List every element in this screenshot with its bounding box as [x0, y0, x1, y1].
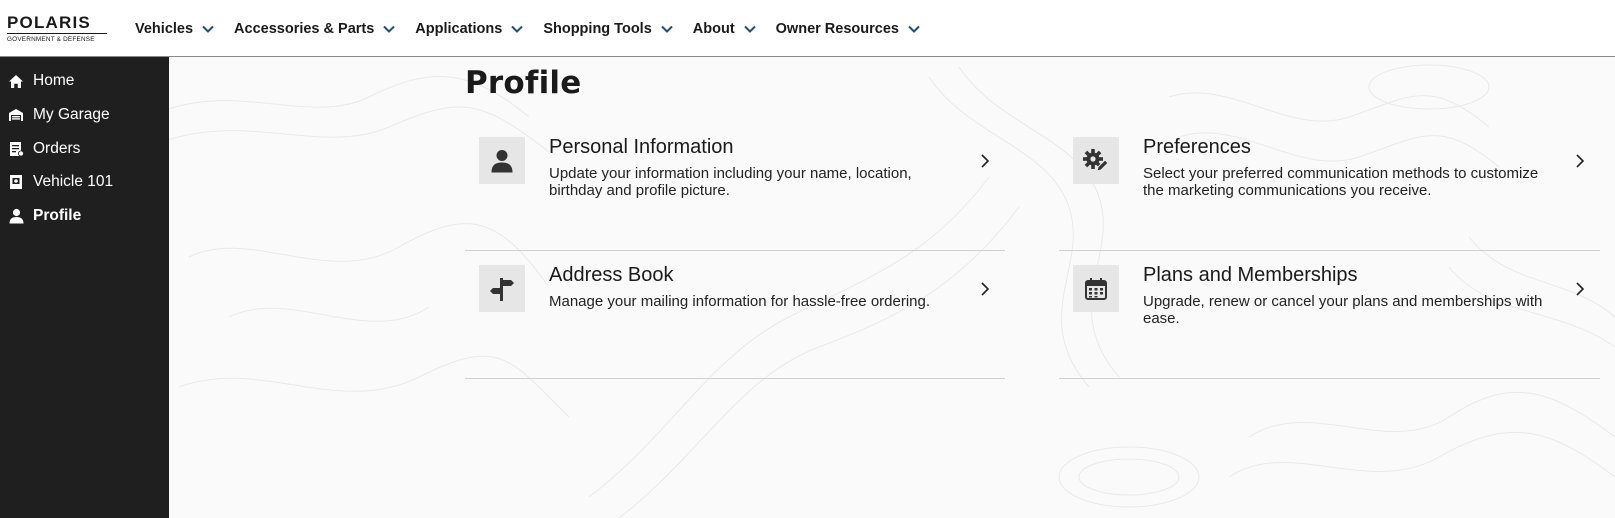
chevron-down-icon [511, 25, 524, 33]
nav-applications[interactable]: Applications [415, 20, 524, 37]
sidebar-item-label: Vehicle 101 [33, 173, 114, 190]
chevron-right-icon [981, 154, 990, 168]
nav-label: Owner Resources [775, 20, 899, 37]
nav-label: Applications [415, 20, 503, 37]
signpost-icon [479, 265, 525, 312]
nav-label: Accessories & Parts [234, 20, 375, 37]
card-description: Update your information including your n… [549, 165, 912, 199]
nav-vehicles[interactable]: Vehicles [135, 21, 214, 37]
book-icon [8, 174, 24, 190]
card-title: Address Book [549, 264, 674, 286]
card-title: Personal Information [549, 136, 734, 158]
sidebar-item-label: Orders [33, 140, 81, 157]
user-icon [479, 137, 525, 184]
card-description: Select your preferred communication meth… [1143, 165, 1539, 199]
polaris-logo[interactable]: POLARIS GOVERNMENT & DEFENSE [7, 14, 111, 44]
brand-name: POLARIS [7, 13, 91, 32]
sidebar-item-label: Profile [33, 207, 82, 224]
top-navigation-bar: POLARIS GOVERNMENT & DEFENSE Vehicles Ac… [0, 0, 1615, 57]
card-description: Upgrade, renew or cancel your plans and … [1143, 293, 1543, 327]
nav-about[interactable]: About [693, 21, 756, 37]
personal-information-card[interactable]: Personal Information Update your informa… [465, 123, 1005, 251]
nav-accessories-parts[interactable]: Accessories & Parts [234, 20, 396, 37]
sidebar-item-label: Home [33, 72, 75, 89]
chevron-down-icon [743, 25, 756, 33]
nav-owner-resources[interactable]: Owner Resources [776, 21, 920, 37]
preferences-card[interactable]: Preferences Select your preferred commun… [1059, 123, 1600, 251]
plans-memberships-card[interactable]: Plans and Memberships Upgrade, renew or … [1059, 251, 1600, 379]
chevron-down-icon [202, 25, 214, 33]
logo-divider [7, 33, 107, 34]
chevron-right-icon [981, 282, 990, 296]
chevron-down-icon [661, 25, 673, 33]
nav-label: About [692, 20, 735, 37]
chevron-down-icon [908, 25, 920, 33]
nav-label: Shopping Tools [543, 20, 652, 37]
sidebar-item-profile[interactable]: Profile [0, 199, 169, 233]
home-icon [8, 73, 24, 89]
card-title: Plans and Memberships [1143, 264, 1358, 286]
sidebar-item-vehicle-101[interactable]: Vehicle 101 [0, 165, 169, 199]
calendar-icon [1073, 265, 1119, 312]
chevron-right-icon [1576, 154, 1585, 168]
nav-shopping-tools[interactable]: Shopping Tools [543, 20, 673, 37]
card-title: Preferences [1143, 136, 1251, 158]
address-book-card[interactable]: Address Book Manage your mailing informa… [465, 251, 1005, 379]
main-nav: Vehicles Accessories & Parts Application… [135, 0, 940, 57]
account-sidebar: Home My Garage Orders Vehicle 101 Profil… [0, 57, 169, 518]
chevron-right-icon [1576, 282, 1585, 296]
gear-edit-icon [1073, 137, 1119, 184]
user-icon [8, 208, 24, 224]
main-content: Profile Personal Information Update your… [169, 57, 1615, 518]
chevron-down-icon [383, 25, 396, 33]
sidebar-item-my-garage[interactable]: My Garage [0, 98, 169, 132]
orders-icon [8, 141, 24, 157]
sidebar-item-label: My Garage [33, 106, 110, 123]
nav-label: Vehicles [135, 20, 194, 37]
sidebar-item-orders[interactable]: Orders [0, 132, 169, 166]
sidebar-item-home[interactable]: Home [0, 64, 169, 98]
garage-icon [8, 107, 24, 123]
page-title: Profile [465, 65, 582, 101]
card-description: Manage your mailing information for hass… [549, 293, 931, 310]
brand-subtitle: GOVERNMENT & DEFENSE [7, 36, 95, 43]
